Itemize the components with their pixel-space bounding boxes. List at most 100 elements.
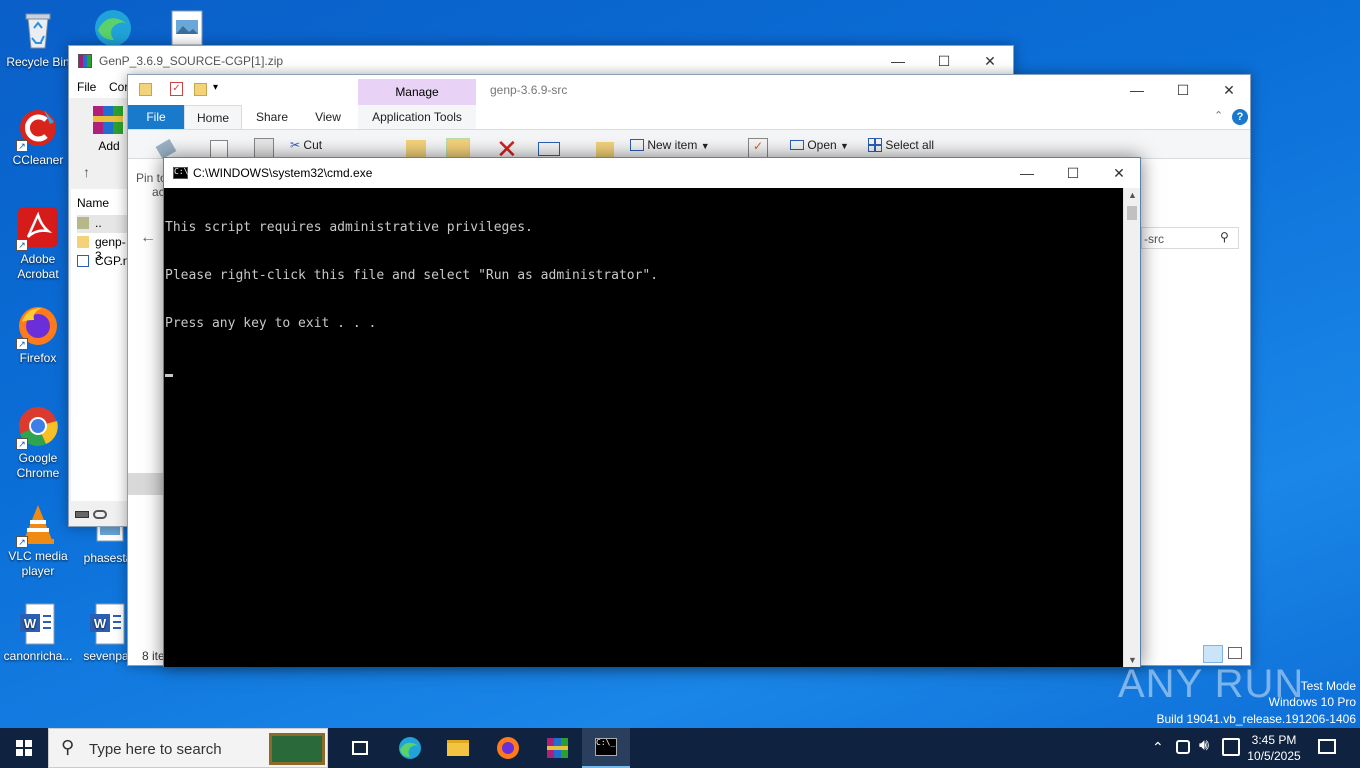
explorer-titlebar[interactable]: ✓ ▾ Manage genp-3.6.9-src — ☐ ✕ [128, 75, 1250, 105]
taskbar-cmd[interactable]: C:\_ [582, 728, 630, 768]
task-view-button[interactable] [336, 728, 384, 768]
new-item-button[interactable]: New item ▼ [630, 138, 710, 152]
desktop-icon-ccleaner[interactable]: ↗ CCleaner [0, 106, 76, 168]
tab-home[interactable]: Home [184, 105, 242, 129]
collapse-ribbon-icon[interactable]: ⌃ [1214, 109, 1223, 122]
show-hidden-icons-button[interactable]: ⌃ [1152, 739, 1164, 756]
clock-time: 3:45 PM [1251, 733, 1297, 747]
nav-pane-selection [128, 473, 164, 495]
open-label: Open [807, 138, 837, 152]
list-item[interactable]: .. [77, 215, 131, 233]
taskbar-search[interactable]: ⚲ Type here to search [48, 728, 328, 768]
list-item[interactable]: CGP.nt [77, 253, 133, 271]
maximize-button[interactable]: ☐ [1050, 158, 1096, 188]
build-label: Build 19041.vb_release.191206-1406 [1156, 712, 1357, 726]
folder-icon [447, 740, 469, 756]
winrar-titlebar[interactable]: GenP_3.6.9_SOURCE-CGP[1].zip — ☐ ✕ [69, 46, 1013, 76]
menu-commands[interactable]: Cor [109, 80, 128, 94]
winrar-up-button[interactable]: ↑ [83, 164, 90, 180]
firefox-icon: ↗ [16, 304, 60, 350]
recycle-bin-icon [16, 8, 60, 52]
taskbar-winrar[interactable] [534, 728, 582, 768]
new-folder-icon[interactable] [596, 142, 614, 158]
svg-text:W: W [94, 616, 107, 631]
taskbar-file-explorer[interactable] [434, 728, 482, 768]
minimize-button[interactable]: — [1004, 158, 1050, 188]
cmd-window: C:\ C:\WINDOWS\system32\cmd.exe — ☐ ✕ Th… [163, 157, 1141, 667]
ribbon-tabs: File Home Share View Application Tools ⌃… [128, 105, 1250, 129]
cmd-titlebar[interactable]: C:\ C:\WINDOWS\system32\cmd.exe — ☐ ✕ [164, 158, 1140, 188]
clock-date: 10/5/2025 [1247, 749, 1301, 763]
minimize-button[interactable]: — [1114, 75, 1160, 105]
folder-up-icon [77, 217, 89, 229]
winrar-file-list: Name .. genp-3 CGP.nt [71, 189, 133, 501]
rename-icon[interactable] [538, 142, 560, 156]
shortcut-arrow-icon: ↗ [16, 338, 28, 350]
tab-view[interactable]: View [300, 105, 356, 129]
console-line: Press any key to exit . . . [165, 316, 377, 331]
desktop-icon-recycle-bin[interactable]: Recycle Bin [0, 8, 76, 70]
minimize-button[interactable]: — [875, 46, 921, 76]
column-header-name[interactable]: Name [77, 196, 109, 210]
volume-icon[interactable]: 🔊︎ [1199, 737, 1209, 755]
taskbar-edge[interactable] [386, 728, 434, 768]
desktop-icon-google-chrome[interactable]: ↗ Google Chrome [0, 404, 76, 481]
winrar-add-button[interactable]: Add [89, 102, 129, 154]
windows-logo-icon [16, 740, 32, 756]
vlc-icon: ↗ [16, 502, 60, 548]
task-view-icon [352, 741, 368, 755]
edge-desktop-icon[interactable] [88, 6, 138, 46]
new-item-label: New item [647, 138, 698, 152]
tab-share[interactable]: Share [244, 105, 300, 129]
desktop-icon-label: canonricha... [3, 649, 73, 663]
scroll-thumb[interactable] [1127, 206, 1137, 220]
back-button[interactable]: ← [140, 229, 156, 247]
tab-file[interactable]: File [128, 105, 184, 129]
window-title: GenP_3.6.9_SOURCE-CGP[1].zip [99, 54, 284, 68]
svg-text:W: W [24, 616, 37, 631]
winrar-icon [547, 738, 568, 758]
tab-application-tools[interactable]: Application Tools [358, 105, 476, 129]
notifications-icon[interactable] [1318, 739, 1336, 754]
select-all-button[interactable]: Select all [868, 138, 934, 152]
desktop-icon-firefox[interactable]: ↗ Firefox [0, 304, 76, 366]
desktop-icon-word-doc[interactable]: W canonricha... [0, 602, 76, 664]
scroll-up-icon[interactable]: ▲ [1128, 190, 1137, 200]
desktop-icon-adobe-acrobat[interactable]: ↗ Adobe Acrobat [0, 205, 76, 282]
search-icon: ⚲ [1220, 230, 1229, 244]
network-icon[interactable] [1176, 740, 1190, 754]
open-icon [790, 140, 804, 150]
help-icon[interactable]: ? [1232, 109, 1248, 125]
console-output[interactable]: This script requires administrative priv… [164, 188, 1124, 667]
winrar-app-icon [78, 54, 92, 68]
cut-button[interactable]: ✂ Cut [290, 138, 322, 152]
search-field[interactable]: -src ⚲ [1141, 227, 1239, 249]
image-file-desktop-icon[interactable] [170, 10, 204, 46]
desktop-icon-vlc[interactable]: ↗ VLC media player [0, 502, 76, 579]
menu-file[interactable]: File [77, 80, 96, 94]
maximize-button[interactable]: ☐ [1160, 75, 1206, 105]
taskbar-firefox[interactable] [484, 728, 532, 768]
desktop-icon-label: Adobe Acrobat [17, 252, 59, 281]
quick-access-dropdown-icon[interactable]: ▾ [213, 82, 218, 93]
list-item[interactable]: genp-3 [77, 234, 131, 263]
close-button[interactable]: ✕ [967, 46, 1013, 76]
search-icon: ⚲ [61, 737, 75, 757]
input-indicator-icon[interactable] [1222, 738, 1240, 756]
details-view-button[interactable] [1203, 645, 1223, 663]
properties-quick-icon[interactable]: ✓ [170, 82, 183, 96]
close-button[interactable]: ✕ [1206, 75, 1250, 105]
clock[interactable]: 3:45 PM 10/5/2025 [1244, 732, 1304, 764]
maximize-button[interactable]: ☐ [921, 46, 967, 76]
start-button[interactable] [0, 728, 48, 768]
vertical-scrollbar[interactable]: ▲ ▼ [1123, 188, 1140, 667]
console-line: Please right-click this file and select … [165, 268, 659, 283]
windows-edition-label: Windows 10 Pro [1268, 695, 1356, 709]
cursor [165, 374, 173, 377]
large-icons-view-button[interactable] [1228, 647, 1242, 659]
close-button[interactable]: ✕ [1096, 158, 1142, 188]
new-folder-quick-icon[interactable] [194, 83, 207, 96]
open-button[interactable]: Open ▼ [790, 138, 849, 152]
window-title: C:\WINDOWS\system32\cmd.exe [193, 166, 373, 180]
search-placeholder: Type here to search [89, 741, 222, 758]
